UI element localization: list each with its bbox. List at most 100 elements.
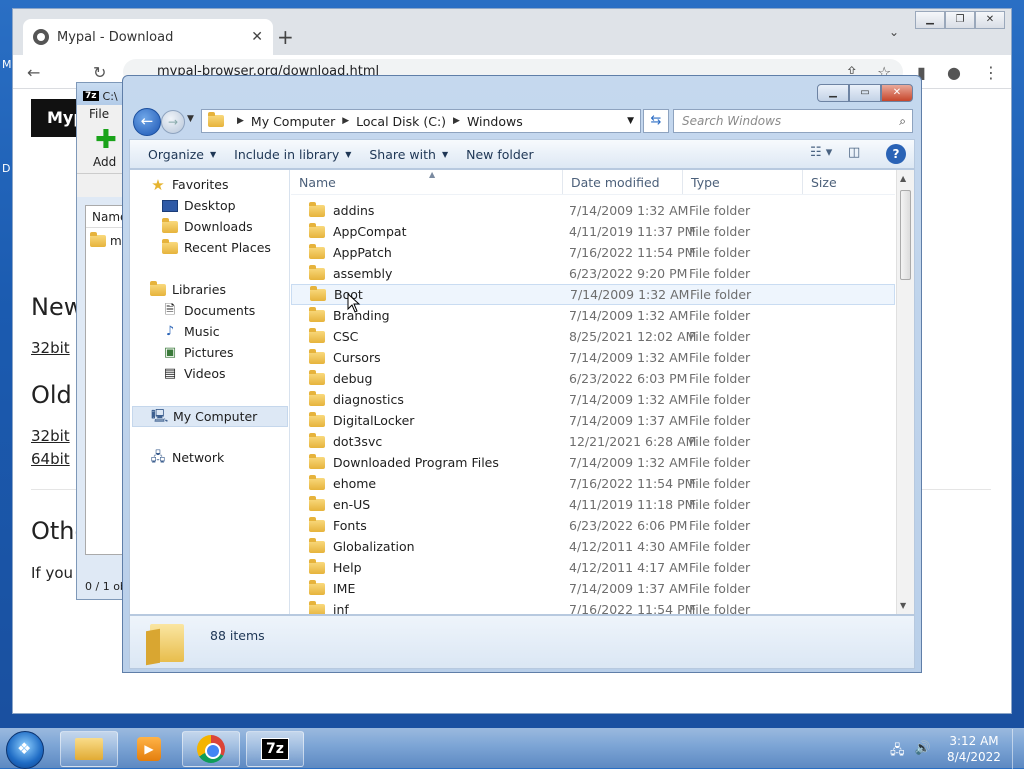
table-row[interactable]: Cursors 7/14/2009 1:32 AM File folder xyxy=(291,347,895,368)
table-row[interactable]: Downloaded Program Files 7/14/2009 1:32 A… xyxy=(291,452,895,473)
reload-icon[interactable]: ↻ xyxy=(93,63,106,82)
nav-videos[interactable]: ▤ Videos xyxy=(162,366,226,381)
scroll-up-icon[interactable]: ▲ xyxy=(900,174,906,183)
column-header-size[interactable]: Size xyxy=(803,170,883,194)
chevron-right-icon[interactable]: ▶ xyxy=(237,116,244,126)
table-row[interactable]: diagnostics 7/14/2009 1:32 AM File folder xyxy=(291,389,895,410)
file-date: 7/16/2022 11:54 PM xyxy=(569,245,696,260)
table-row[interactable]: assembly 6/23/2022 9:20 PM File folder xyxy=(291,263,895,284)
include-in-library-button[interactable]: Include in library ▼ xyxy=(234,147,351,162)
table-row[interactable]: Globalization 4/12/2011 4:30 AM File folde… xyxy=(291,536,895,557)
table-row[interactable]: AppCompat 4/11/2019 11:37 PM File folder xyxy=(291,221,895,242)
column-header-name[interactable]: Name ▲ xyxy=(291,170,563,194)
taskbar-explorer-button[interactable] xyxy=(60,731,118,767)
file-name: addins xyxy=(333,203,375,218)
nav-my-computer[interactable]: 🖳 My Computer xyxy=(132,406,288,427)
clock[interactable]: 3:12 AM 8/4/2022 xyxy=(945,733,1003,765)
close-button[interactable]: ✕ xyxy=(975,11,1005,29)
nav-libraries[interactable]: Libraries xyxy=(150,280,226,297)
nav-documents[interactable]: 🗎 Documents xyxy=(162,303,256,318)
maximize-button[interactable]: ▭ xyxy=(849,84,881,102)
nav-favorites[interactable]: ★ Favorites xyxy=(150,177,228,192)
link-old-32bit[interactable]: 32bit xyxy=(31,427,70,445)
back-button[interactable]: ← xyxy=(133,108,161,136)
preview-pane-icon[interactable]: ◫ xyxy=(848,145,874,163)
table-row[interactable]: Boot 7/14/2009 1:32 AM File folder xyxy=(291,284,895,305)
chevron-right-icon[interactable]: ▶ xyxy=(453,116,460,126)
taskbar-chrome-button[interactable] xyxy=(182,731,240,767)
breadcrumb-windows[interactable]: Windows xyxy=(467,114,523,129)
start-button[interactable] xyxy=(6,731,44,769)
network-tray-icon[interactable]: 🖧 xyxy=(890,741,905,763)
chevron-down-icon[interactable]: ▼ xyxy=(627,116,634,126)
folder-icon xyxy=(309,411,325,427)
minimize-button[interactable]: ▁ xyxy=(817,84,849,102)
vertical-scrollbar[interactable]: ▲ ▼ xyxy=(896,170,914,614)
table-row[interactable]: en-US 4/11/2019 11:18 PM File folder xyxy=(291,494,895,515)
details-pane: 88 items xyxy=(129,615,915,669)
link-old-64bit[interactable]: 64bit xyxy=(31,450,70,468)
table-row[interactable]: AppPatch 7/16/2022 11:54 PM File folder xyxy=(291,242,895,263)
table-row[interactable]: IME 7/14/2009 1:37 AM File folder xyxy=(291,578,895,599)
table-row[interactable]: inf 7/16/2022 11:54 PM File folder xyxy=(291,599,895,614)
refresh-button[interactable]: ⇆ xyxy=(643,109,669,133)
restore-button[interactable]: ❐ xyxy=(945,11,975,29)
menu-icon[interactable]: ⋮ xyxy=(983,63,999,82)
minimize-button[interactable]: ▁ xyxy=(915,11,945,29)
new-tab-button[interactable]: + xyxy=(277,25,294,49)
forward-button[interactable]: → xyxy=(161,110,185,134)
nav-desktop[interactable]: Desktop xyxy=(162,198,236,213)
table-row[interactable]: dot3svc 12/21/2021 6:28 AM File folder xyxy=(291,431,895,452)
taskbar-media-player-button[interactable]: ▶ xyxy=(120,731,178,767)
change-view-icon[interactable]: ☷ ▾ xyxy=(810,145,836,163)
organize-button[interactable]: Organize ▼ xyxy=(148,147,216,162)
tab-search-icon[interactable]: ⌄ xyxy=(889,25,899,39)
table-row[interactable]: DigitalLocker 7/14/2009 1:37 AM File folde… xyxy=(291,410,895,431)
file-date: 4/11/2019 11:18 PM xyxy=(569,497,696,512)
scroll-down-icon[interactable]: ▼ xyxy=(900,601,906,610)
taskbar-7zip-button[interactable]: 7z xyxy=(246,731,304,767)
breadcrumb-my-computer[interactable]: My Computer xyxy=(251,114,335,129)
file-date: 7/16/2022 11:54 PM xyxy=(569,602,696,614)
address-bar[interactable]: ▶ My Computer ▶ Local Disk (C:) ▶ Window… xyxy=(201,109,641,133)
nav-downloads[interactable]: Downloads xyxy=(162,217,253,234)
nav-recent-places[interactable]: Recent Places xyxy=(162,238,271,255)
nav-pictures[interactable]: ▣ Pictures xyxy=(162,345,234,360)
help-icon[interactable]: ? xyxy=(886,144,906,164)
link-new-32bit[interactable]: 32bit xyxy=(31,339,70,357)
table-row[interactable]: CSC 8/25/2021 12:02 AM File folder xyxy=(291,326,895,347)
new-folder-button[interactable]: New folder xyxy=(466,147,534,162)
close-button[interactable]: ✕ xyxy=(881,84,913,102)
table-row[interactable]: ehome 7/16/2022 11:54 PM File folder xyxy=(291,473,895,494)
file-type: File folder xyxy=(689,539,751,554)
file-type: File folder xyxy=(689,371,751,386)
breadcrumb-local-disk[interactable]: Local Disk (C:) xyxy=(356,114,446,129)
table-row[interactable]: Branding 7/14/2009 1:32 AM File folder xyxy=(291,305,895,326)
profile-icon[interactable]: ● xyxy=(947,63,961,82)
table-row[interactable]: Fonts 6/23/2022 6:06 PM File folder xyxy=(291,515,895,536)
table-row[interactable]: debug 6/23/2022 6:03 PM File folder xyxy=(291,368,895,389)
back-icon[interactable]: ← xyxy=(27,63,40,82)
recent-pages-dropdown[interactable]: ▼ xyxy=(187,114,194,124)
folder-icon xyxy=(309,558,325,574)
table-row[interactable]: Help 4/12/2011 4:17 AM File folder xyxy=(291,557,895,578)
share-with-button[interactable]: Share with ▼ xyxy=(369,147,448,162)
browser-tab[interactable]: Mypal - Download ✕ xyxy=(23,19,273,55)
search-input[interactable]: Search Windows ⌕ xyxy=(673,109,913,133)
file-date: 7/14/2009 1:37 AM xyxy=(569,581,689,596)
nav-downloads-label: Downloads xyxy=(184,219,253,234)
column-header-date[interactable]: Date modified xyxy=(563,170,683,194)
show-desktop-button[interactable] xyxy=(1012,729,1024,769)
search-icon[interactable]: ⌕ xyxy=(899,110,906,132)
scroll-thumb[interactable] xyxy=(900,190,911,280)
chevron-right-icon[interactable]: ▶ xyxy=(342,116,349,126)
close-tab-icon[interactable]: ✕ xyxy=(251,29,263,45)
nav-music[interactable]: ♪ Music xyxy=(162,324,220,339)
explorer-window[interactable]: ▁ ▭ ✕ ← → ▼ ▶ My Computer ▶ Local Disk (… xyxy=(122,75,922,673)
table-row[interactable]: addins 7/14/2009 1:32 AM File folder xyxy=(291,200,895,221)
file-list[interactable]: Name ▲ Date modified Type Size addins 7/14… xyxy=(291,170,895,614)
volume-icon[interactable]: 🔊 xyxy=(915,741,931,763)
nav-network[interactable]: 🖧 Network xyxy=(150,450,224,465)
file-date: 4/12/2011 4:17 AM xyxy=(569,560,689,575)
column-header-type[interactable]: Type xyxy=(683,170,803,194)
